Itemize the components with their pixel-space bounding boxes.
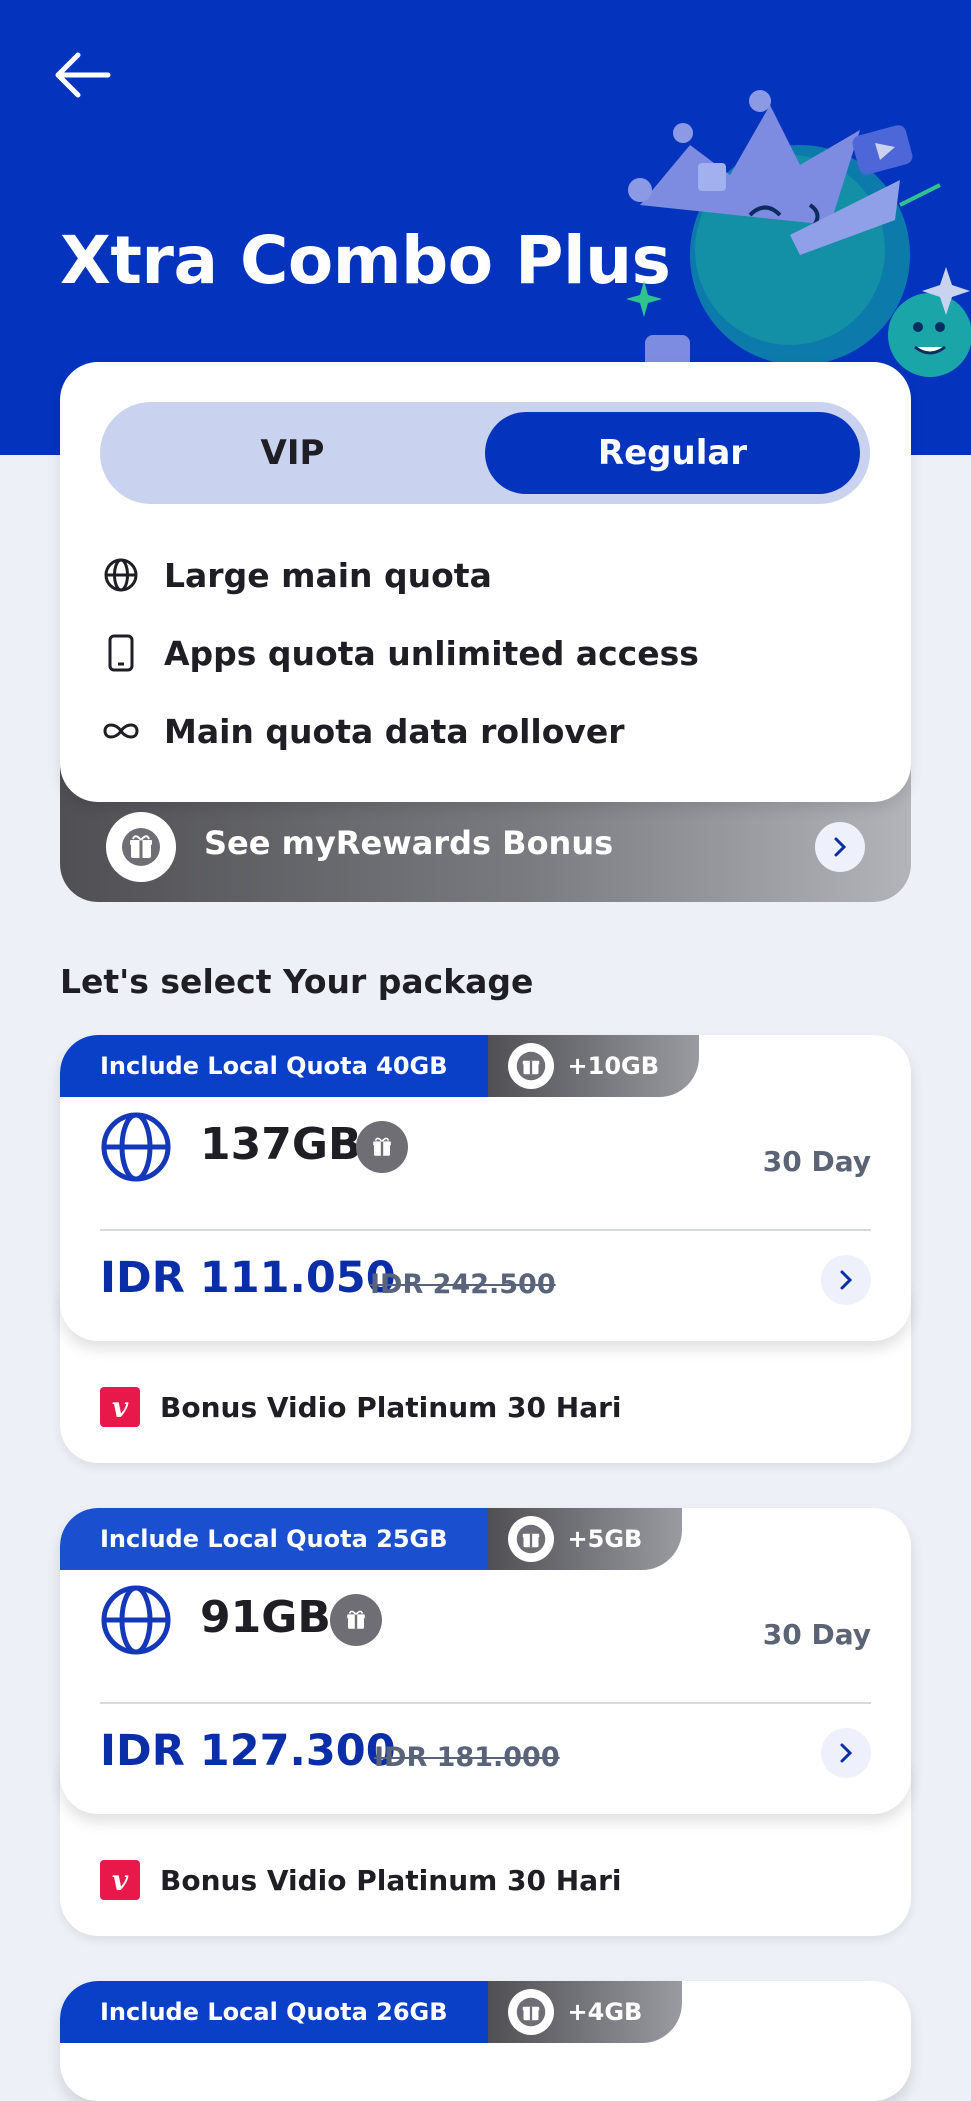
local-quota-tag: Include Local Quota 26GB — [60, 1981, 488, 2043]
bonus-tag-label: +10GB — [567, 1052, 660, 1080]
infinity-icon — [100, 710, 142, 752]
price: IDR 111.050 — [100, 1253, 396, 1303]
globe-icon — [101, 1585, 171, 1655]
page-title: Xtra Combo Plus — [60, 222, 671, 299]
bonus-tag: +5GB — [487, 1508, 683, 1570]
arrow-left-icon — [55, 52, 111, 98]
toggle-regular[interactable]: Regular — [485, 412, 860, 494]
vidio-logo-icon: v — [100, 1387, 140, 1427]
feature-item: Apps quota unlimited access — [100, 632, 699, 674]
chevron-right-icon[interactable] — [815, 822, 865, 872]
gift-icon — [507, 1989, 554, 2035]
feature-label: Main quota data rollover — [164, 711, 625, 751]
package-main[interactable]: Include Local Quota 25GB +5GB 91GB 30 Da… — [60, 1508, 911, 1814]
globe-icon — [101, 1112, 171, 1182]
validity-days: 30 Day — [762, 1618, 871, 1651]
gift-icon — [507, 1043, 554, 1089]
package-main[interactable]: Include Local Quota 26GB +4GB — [60, 1981, 911, 2101]
globe-icon — [100, 554, 142, 596]
toggle-vip[interactable]: VIP — [100, 402, 485, 504]
plan-toggle: VIP Regular — [100, 402, 870, 504]
gift-icon — [106, 812, 176, 882]
vidio-logo-icon: v — [100, 1860, 140, 1900]
phone-icon — [100, 632, 142, 674]
plan-mode-card: VIP Regular Large main quota Apps quota … — [60, 362, 911, 802]
chevron-right-icon[interactable] — [821, 1255, 871, 1305]
mascot-illustration — [626, 90, 971, 377]
gift-icon — [356, 1121, 408, 1173]
quota-tag: Include Local Quota 25GB +5GB — [60, 1508, 683, 1570]
feature-item: Large main quota — [100, 554, 492, 596]
divider — [100, 1702, 871, 1704]
bonus-row: v Bonus Vidio Platinum 30 Hari — [100, 1387, 622, 1427]
local-quota-tag: Include Local Quota 25GB — [60, 1508, 488, 1570]
old-price: IDR 181.000 — [374, 1742, 560, 1773]
feature-item: Main quota data rollover — [100, 710, 625, 752]
feature-label: Apps quota unlimited access — [164, 633, 699, 673]
divider — [100, 1229, 871, 1231]
bonus-tag-label: +4GB — [567, 1998, 643, 2026]
bonus-row: v Bonus Vidio Platinum 30 Hari — [100, 1860, 622, 1900]
rewards-label: See myRewards Bonus — [204, 824, 614, 862]
price: IDR 127.300 — [100, 1726, 396, 1776]
gift-icon — [330, 1594, 382, 1646]
chevron-right-icon[interactable] — [821, 1728, 871, 1778]
feature-label: Large main quota — [164, 555, 492, 595]
old-price: IDR 242.500 — [370, 1269, 556, 1300]
validity-days: 30 Day — [762, 1145, 871, 1178]
bonus-tag-label: +5GB — [567, 1525, 643, 1553]
quota-tag: Include Local Quota 26GB +4GB — [60, 1981, 683, 2043]
bonus-tag: +4GB — [487, 1981, 683, 2043]
quota-tag: Include Local Quota 40GB +10GB — [60, 1035, 700, 1097]
local-quota-tag: Include Local Quota 40GB — [60, 1035, 488, 1097]
gift-icon — [507, 1516, 554, 1562]
bonus-label: Bonus Vidio Platinum 30 Hari — [160, 1863, 622, 1897]
back-button[interactable] — [48, 45, 118, 105]
section-title: Let's select Your package — [60, 962, 534, 1001]
quota-amount: 91GB — [200, 1592, 331, 1643]
quota-amount: 137GB — [200, 1119, 362, 1170]
bonus-tag: +10GB — [487, 1035, 700, 1097]
package-main[interactable]: Include Local Quota 40GB +10GB 137GB 30 … — [60, 1035, 911, 1341]
bonus-label: Bonus Vidio Platinum 30 Hari — [160, 1390, 622, 1424]
